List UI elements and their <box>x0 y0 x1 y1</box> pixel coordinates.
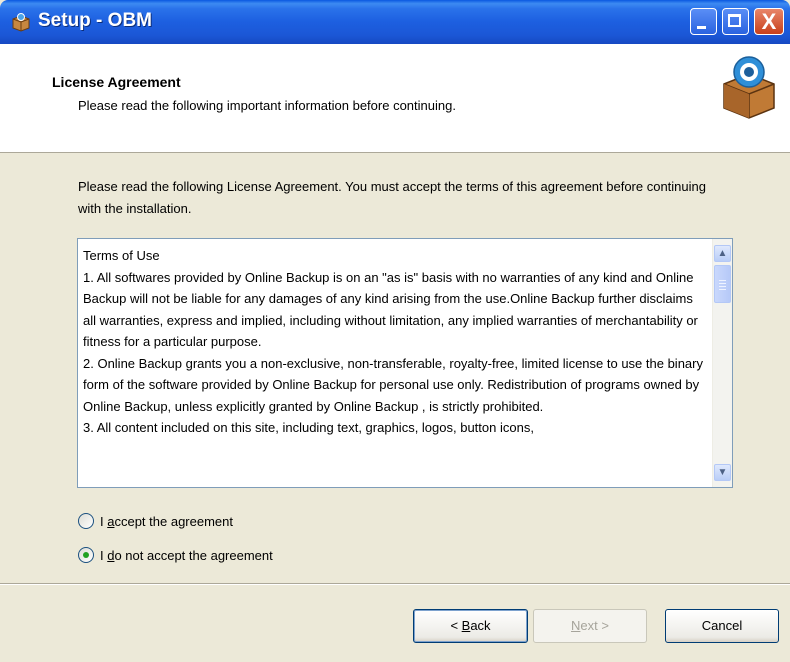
wizard-header: License Agreement Please read the follow… <box>0 44 790 153</box>
page-title: License Agreement <box>52 74 181 90</box>
intro-text: Please read the following License Agreem… <box>78 179 706 216</box>
scroll-down-button[interactable]: ▼ <box>714 464 731 481</box>
license-textbox[interactable]: Terms of Use 1. All softwares provided b… <box>77 238 733 488</box>
window-title: Setup - OBM <box>38 10 152 31</box>
cancel-button[interactable]: Cancel <box>665 609 779 643</box>
chevron-up-icon: ▲ <box>717 248 728 259</box>
decline-label[interactable]: I do not accept the agreement <box>100 548 273 563</box>
scroll-thumb[interactable] <box>714 265 731 303</box>
grip-line <box>719 286 726 287</box>
page-subtitle: Please read the following important info… <box>78 98 456 113</box>
next-button[interactable]: Next > <box>533 609 647 643</box>
setup-app-icon <box>12 13 30 32</box>
accept-label[interactable]: I accept the agreement <box>100 514 233 529</box>
chevron-down-icon: ▼ <box>717 467 728 478</box>
grip-line <box>719 280 726 281</box>
maximize-icon <box>728 14 741 27</box>
footer-divider <box>0 583 790 585</box>
close-icon: X <box>761 9 777 34</box>
minimize-icon <box>697 26 706 29</box>
radio-selected-dot <box>83 552 89 558</box>
title-bar[interactable]: Setup - OBM X <box>0 0 790 44</box>
back-button[interactable]: < Back <box>413 609 528 643</box>
grip-line <box>719 289 726 290</box>
license-text: Terms of Use 1. All softwares provided b… <box>83 248 703 435</box>
grip-line <box>719 283 726 284</box>
accept-radio[interactable] <box>78 513 94 529</box>
decline-radio[interactable] <box>78 547 94 563</box>
setup-window: Setup - OBM X License Agreement Please r… <box>0 0 790 662</box>
close-button[interactable]: X <box>754 8 784 35</box>
license-scrollbar[interactable]: ▲ ▼ <box>712 239 732 487</box>
maximize-button[interactable] <box>722 8 749 35</box>
scroll-up-button[interactable]: ▲ <box>714 245 731 262</box>
minimize-button[interactable] <box>690 8 717 35</box>
setup-box-icon <box>723 56 775 119</box>
